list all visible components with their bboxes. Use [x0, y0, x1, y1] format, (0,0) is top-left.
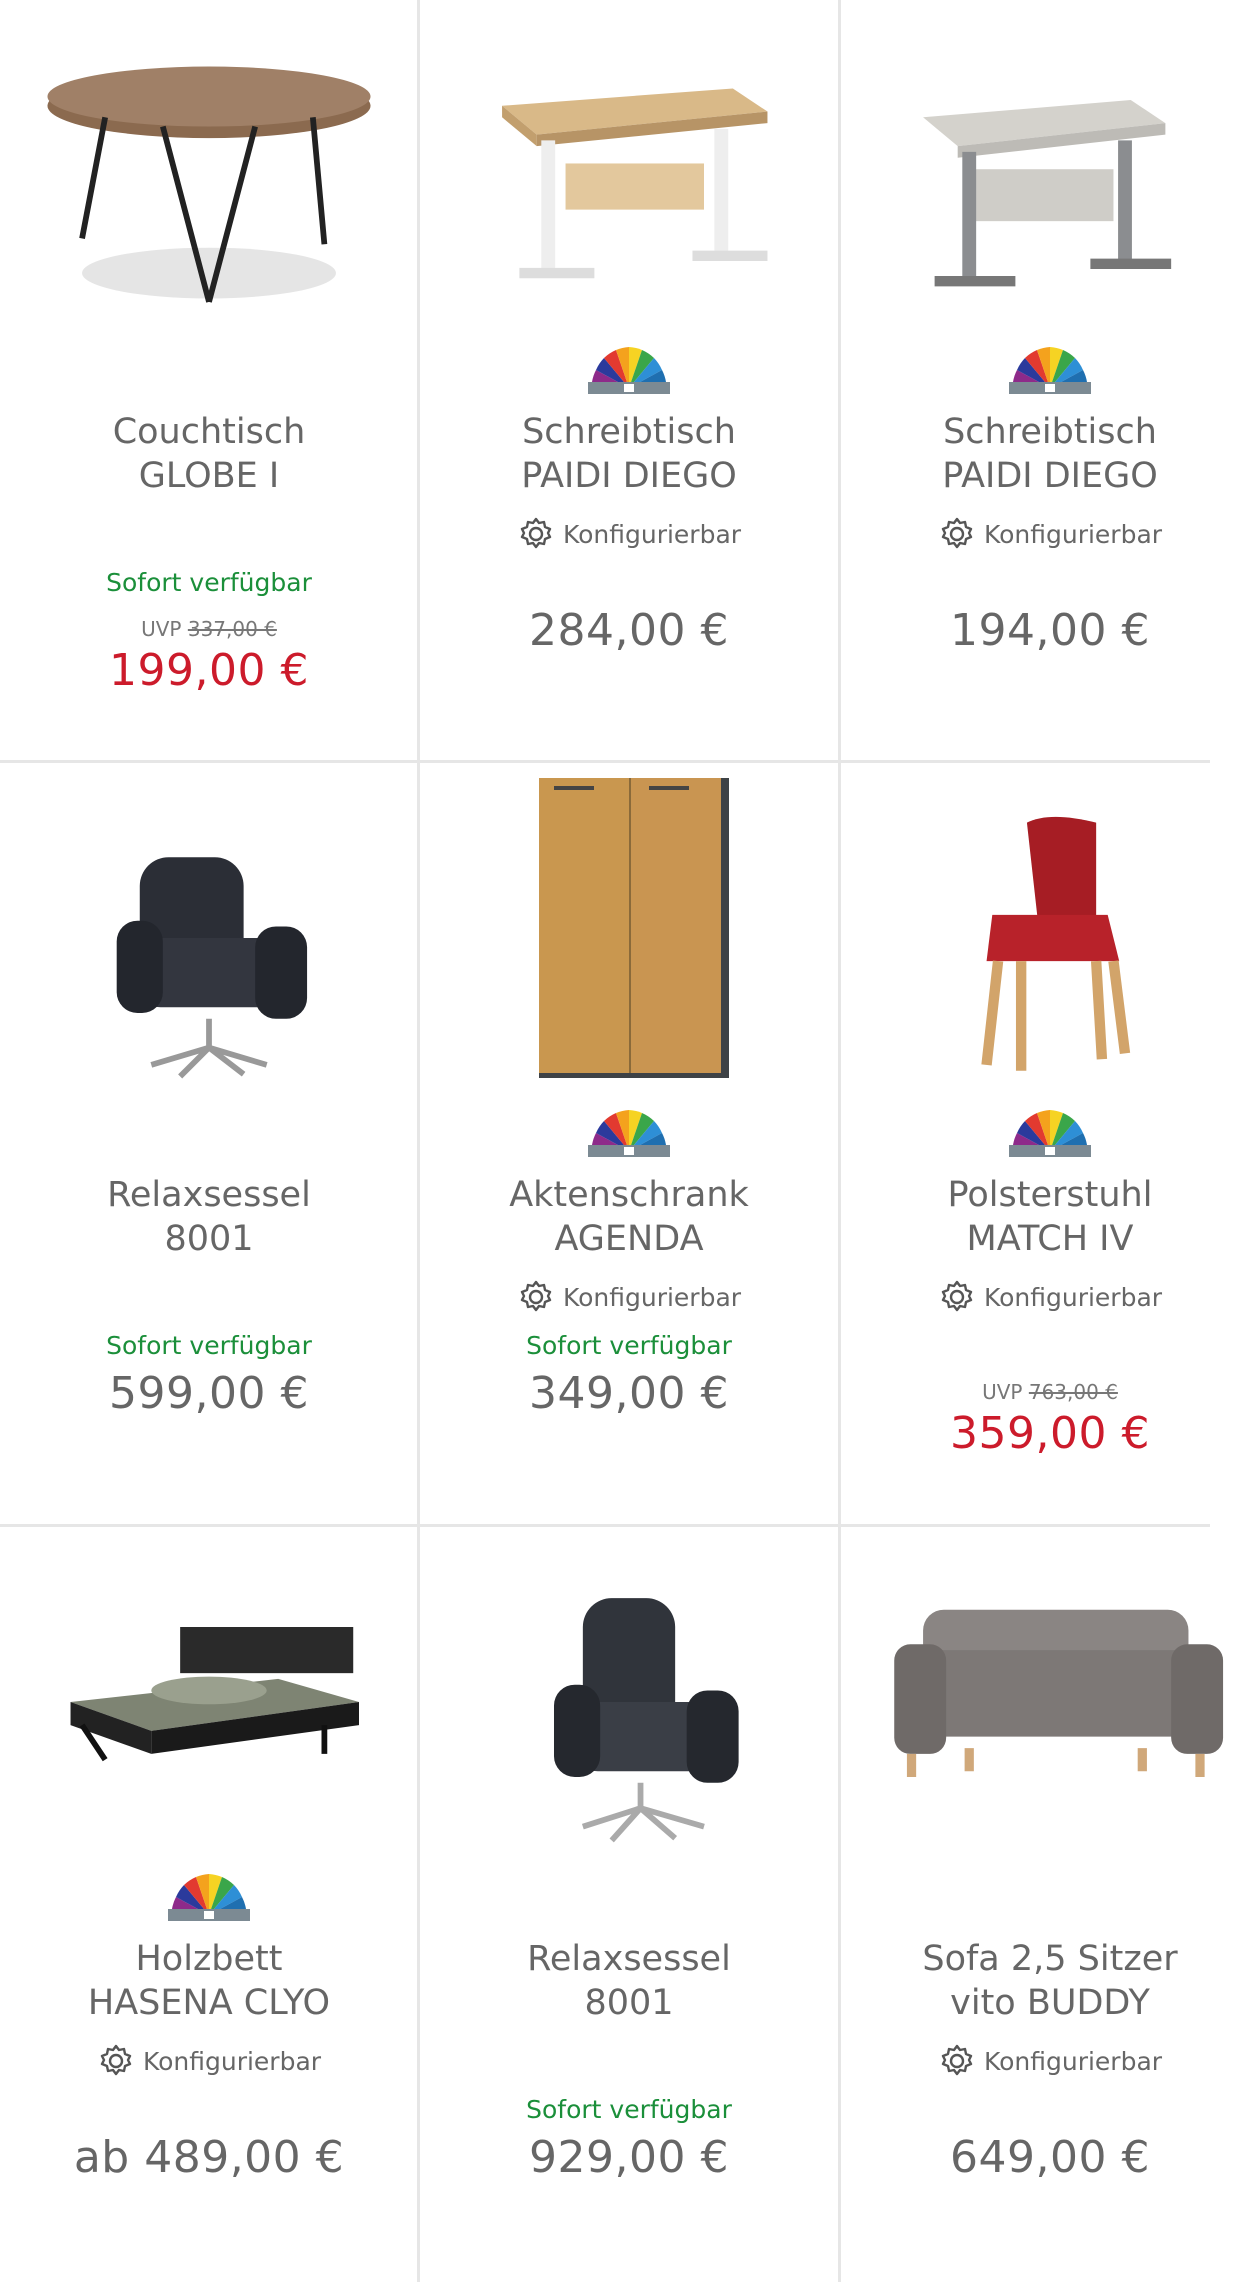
uvp-text: UVP: [141, 617, 182, 641]
product-name[interactable]: Relaxsessel: [0, 1173, 418, 1217]
color-options-icon: [168, 1874, 250, 1921]
gear-icon: [941, 2044, 973, 2076]
product-price: 929,00 €: [529, 2132, 729, 2183]
configurable-text: Konfigurierbar: [983, 1282, 1163, 1312]
product-image[interactable]: [861, 25, 1239, 325]
product-card[interactable]: Sofa 2,5 Sitzer vito BUDDY Konfigurierba…: [841, 1527, 1250, 2289]
product-card[interactable]: Relaxsessel 8001 Sofort verfügbar 929,00…: [420, 1527, 838, 2289]
recliner-leather-image: [554, 1598, 739, 1843]
product-price: 599,00 €: [109, 1368, 309, 1419]
gear-icon: [941, 1280, 973, 1312]
configurable-text: Konfigurierbar: [983, 519, 1163, 549]
product-title[interactable]: Relaxsessel 8001: [420, 1937, 838, 2025]
product-card[interactable]: Polsterstuhl MATCH IV Konfigurierbar UVP…: [841, 763, 1250, 1525]
product-name[interactable]: Polsterstuhl: [841, 1173, 1250, 1217]
color-options-icon: [588, 347, 670, 394]
product-price: 284,00 €: [529, 605, 729, 656]
product-model[interactable]: PAIDI DIEGO: [420, 454, 838, 498]
product-name[interactable]: Aktenschrank: [420, 1173, 838, 1217]
product-title[interactable]: Polsterstuhl MATCH IV: [841, 1173, 1250, 1261]
product-card[interactable]: Couchtisch GLOBE I Sofort verfügbar UVP …: [0, 0, 418, 762]
configurable-text: Konfigurierbar: [142, 2046, 322, 2076]
product-image[interactable]: [20, 788, 398, 1088]
configurable-text: Konfigurierbar: [562, 1282, 742, 1312]
product-name[interactable]: Relaxsessel: [420, 1937, 838, 1981]
product-image[interactable]: [440, 1552, 818, 1852]
wood-bed-image: [70, 1627, 360, 1762]
product-price: 349,00 €: [529, 1368, 729, 1419]
red-chair-image: [981, 816, 1131, 1071]
product-name[interactable]: Schreibtisch: [420, 410, 838, 454]
product-name[interactable]: Sofa 2,5 Sitzer: [841, 1937, 1250, 1981]
product-title[interactable]: Schreibtisch PAIDI DIEGO: [841, 410, 1250, 498]
configurable-label[interactable]: Konfigurierbar: [841, 515, 1250, 553]
configurable-label[interactable]: Konfigurierbar: [420, 515, 838, 553]
availability-label: Sofort verfügbar: [106, 1331, 312, 1360]
product-model[interactable]: AGENDA: [420, 1217, 838, 1261]
product-title[interactable]: Aktenschrank AGENDA: [420, 1173, 838, 1261]
gear-icon: [520, 517, 552, 549]
product-model[interactable]: vito BUDDY: [841, 1981, 1250, 2025]
uvp-price: 337,00 €: [187, 617, 277, 641]
product-card[interactable]: Aktenschrank AGENDA Konfigurierbar Sofor…: [420, 763, 838, 1525]
product-title[interactable]: Schreibtisch PAIDI DIEGO: [420, 410, 838, 498]
product-card[interactable]: Schreibtisch PAIDI DIEGO Konfigurierbar …: [841, 0, 1250, 762]
product-image[interactable]: [440, 25, 818, 325]
configurable-label[interactable]: Konfigurierbar: [0, 2042, 418, 2080]
product-price: 194,00 €: [950, 605, 1150, 656]
file-cabinet-image: [539, 778, 729, 1078]
uvp-label: UVP 337,00 €: [0, 617, 418, 641]
product-price: 199,00 €: [109, 645, 309, 696]
configurable-text: Konfigurierbar: [983, 2046, 1163, 2076]
product-card[interactable]: Holzbett HASENA CLYO Konfigurierbar ab 4…: [0, 1527, 418, 2289]
gear-icon: [520, 1280, 552, 1312]
product-image[interactable]: [861, 1552, 1239, 1852]
oak-desk-image: [502, 88, 768, 279]
recliner-fabric-image: [116, 857, 308, 1079]
product-card[interactable]: Relaxsessel 8001 Sofort verfügbar 599,00…: [0, 763, 418, 1525]
product-name[interactable]: Schreibtisch: [841, 410, 1250, 454]
product-model[interactable]: 8001: [420, 1981, 838, 2025]
grey-sofa-image: [894, 1609, 1224, 1777]
product-name[interactable]: Holzbett: [0, 1937, 418, 1981]
product-price: 649,00 €: [950, 2132, 1150, 2183]
product-image[interactable]: [20, 25, 398, 325]
product-name[interactable]: Couchtisch: [0, 410, 418, 454]
availability-label: Sofort verfügbar: [526, 1331, 732, 1360]
product-title[interactable]: Couchtisch GLOBE I: [0, 410, 418, 498]
configurable-label[interactable]: Konfigurierbar: [420, 1278, 838, 1316]
grey-desk-image: [923, 100, 1172, 287]
color-options-icon: [588, 1110, 670, 1157]
product-price: 359,00 €: [950, 1408, 1150, 1459]
availability-label: Sofort verfügbar: [526, 2095, 732, 2124]
uvp-text: UVP: [982, 1380, 1023, 1404]
availability-label: Sofort verfügbar: [106, 568, 312, 597]
product-model[interactable]: PAIDI DIEGO: [841, 454, 1250, 498]
configurable-label[interactable]: Konfigurierbar: [841, 1278, 1250, 1316]
configurable-text: Konfigurierbar: [562, 519, 742, 549]
gear-icon: [100, 2044, 132, 2076]
product-image[interactable]: [440, 768, 818, 1088]
configurable-label[interactable]: Konfigurierbar: [841, 2042, 1250, 2080]
product-image[interactable]: [20, 1552, 398, 1852]
gear-icon: [941, 517, 973, 549]
product-title[interactable]: Sofa 2,5 Sitzer vito BUDDY: [841, 1937, 1250, 2025]
uvp-price: 763,00 €: [1028, 1380, 1118, 1404]
product-title[interactable]: Holzbett HASENA CLYO: [0, 1937, 418, 2025]
product-card[interactable]: Schreibtisch PAIDI DIEGO Konfigurierbar …: [420, 0, 838, 762]
product-price: ab 489,00 €: [73, 2132, 345, 2183]
product-model[interactable]: HASENA CLYO: [0, 1981, 418, 2025]
product-model[interactable]: 8001: [0, 1217, 418, 1261]
product-model[interactable]: MATCH IV: [841, 1217, 1250, 1261]
product-title[interactable]: Relaxsessel 8001: [0, 1173, 418, 1261]
color-options-icon: [1009, 1110, 1091, 1157]
product-model[interactable]: GLOBE I: [0, 454, 418, 498]
product-image[interactable]: [861, 788, 1239, 1088]
coffee-table-image: [47, 66, 371, 303]
uvp-label: UVP 763,00 €: [841, 1380, 1250, 1404]
color-options-icon: [1009, 347, 1091, 394]
